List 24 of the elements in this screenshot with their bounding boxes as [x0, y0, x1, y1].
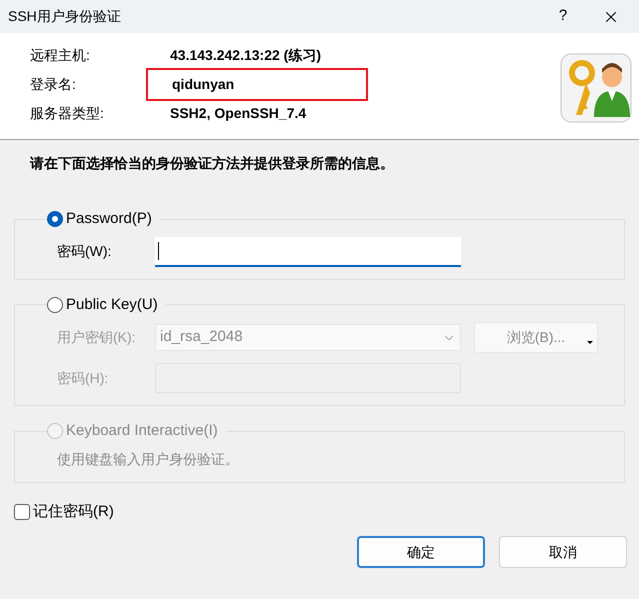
- remember-label[interactable]: 记住密码(R): [33, 500, 114, 523]
- field-label: 密码(W):: [56, 242, 112, 261]
- method-label[interactable]: Public Key(U): [66, 294, 158, 316]
- remember-checkbox[interactable]: [14, 504, 30, 520]
- field-label: 密码(H):: [56, 368, 110, 388]
- instruction-text: 请在下面选择恰当的身份验证方法并提供登录所需的信息。: [30, 155, 394, 171]
- info-label: 服务器类型:: [30, 104, 105, 123]
- help-button[interactable]: ?: [543, 0, 583, 33]
- key-user-icon: [560, 53, 632, 123]
- field-label: 用户密钥(K):: [56, 328, 137, 347]
- info-label: 登录名:: [30, 75, 77, 94]
- radio-button[interactable]: [47, 211, 63, 228]
- radio-button[interactable]: [47, 296, 63, 313]
- info-value: qidunyan: [146, 68, 368, 101]
- info-value: SSH2, OpenSSH_7.4: [169, 104, 306, 123]
- method-description: 使用键盘输入用户身份验证。: [57, 450, 239, 466]
- dialog-button[interactable]: 取消: [499, 536, 627, 568]
- dropdown-arrow-icon: [587, 341, 593, 344]
- dialog-button[interactable]: 确定: [357, 536, 485, 568]
- password-field[interactable]: [155, 236, 461, 266]
- method-label[interactable]: Password(P): [66, 208, 152, 230]
- window-title: SSH用户身份验证: [8, 7, 121, 26]
- info-value: 43.143.242.13:22 (练习): [169, 46, 321, 65]
- info-label: 远程主机:: [30, 46, 91, 65]
